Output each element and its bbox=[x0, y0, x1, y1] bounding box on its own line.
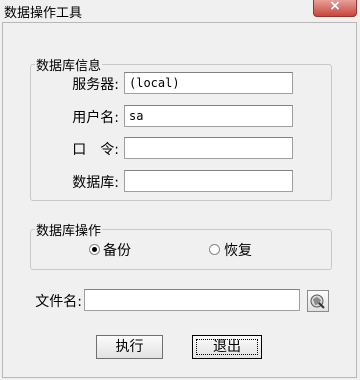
exit-button[interactable]: 退出 bbox=[192, 335, 262, 359]
title-bar[interactable]: 数据操作工具 × bbox=[0, 0, 360, 22]
filename-input[interactable] bbox=[84, 289, 300, 311]
backup-label[interactable]: 备份 bbox=[103, 240, 131, 260]
browse-folder-icon bbox=[310, 294, 325, 309]
close-icon: × bbox=[329, 0, 341, 14]
restore-label[interactable]: 恢复 bbox=[224, 240, 252, 260]
restore-radio[interactable] bbox=[209, 244, 220, 255]
browse-button[interactable] bbox=[307, 290, 329, 312]
db-ops-legend: 数据库操作 bbox=[36, 224, 102, 239]
backup-radio[interactable] bbox=[89, 244, 100, 255]
database-label: 数据库: bbox=[72, 175, 119, 191]
dialog-window: 数据操作工具 × 数据库信息 服务器: (local) 用户名: sa 口 令:… bbox=[0, 0, 360, 380]
server-label: 服务器: bbox=[72, 77, 119, 93]
password-label: 口 令: bbox=[72, 142, 119, 158]
server-input[interactable]: (local) bbox=[124, 72, 293, 94]
window-title: 数据操作工具 bbox=[4, 6, 83, 21]
db-info-legend: 数据库信息 bbox=[36, 59, 102, 74]
password-input[interactable] bbox=[124, 137, 293, 159]
filename-label: 文件名: bbox=[35, 294, 82, 310]
dialog-body: 数据库信息 服务器: (local) 用户名: sa 口 令: 数据库: 数据库… bbox=[2, 22, 357, 378]
username-input[interactable]: sa bbox=[124, 105, 293, 127]
close-button[interactable]: × bbox=[313, 0, 357, 17]
execute-button[interactable]: 执行 bbox=[96, 335, 163, 359]
database-input[interactable] bbox=[124, 170, 293, 192]
username-label: 用户名: bbox=[72, 110, 119, 126]
db-ops-group: 数据库操作 bbox=[30, 220, 332, 270]
exit-button-label: 退出 bbox=[213, 339, 241, 355]
